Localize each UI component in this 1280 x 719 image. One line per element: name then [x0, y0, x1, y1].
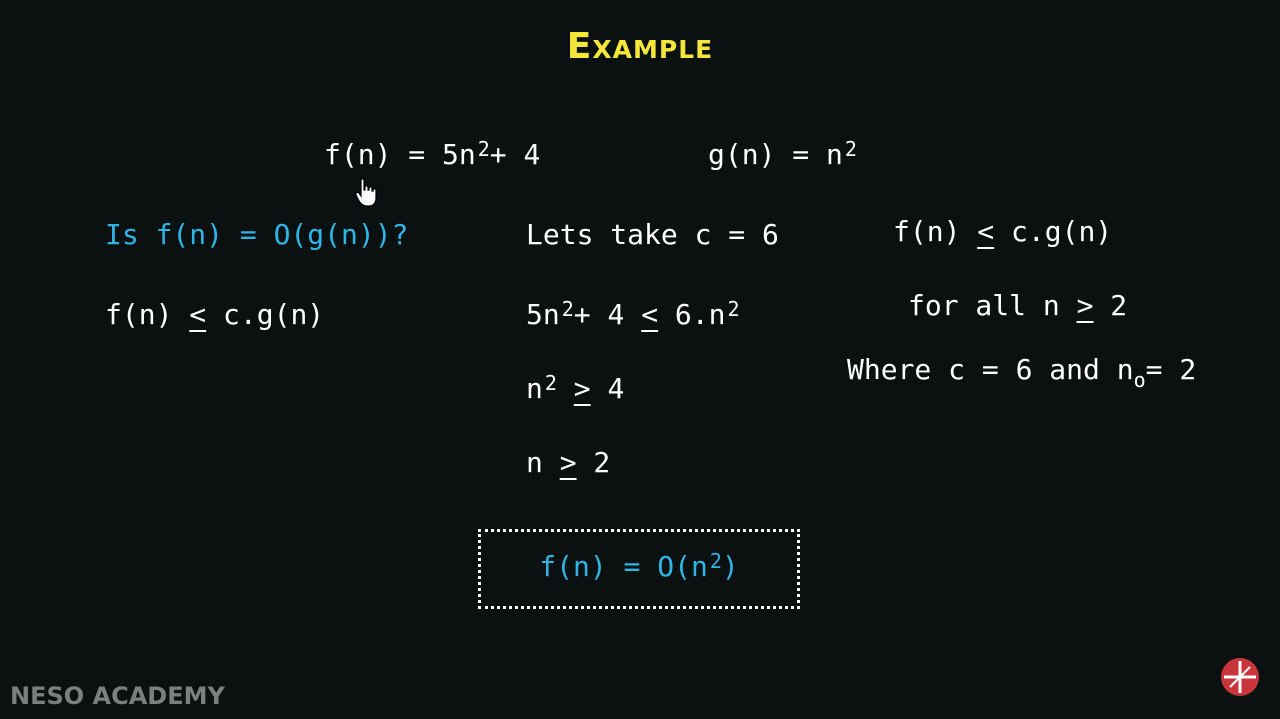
take-c-text: Lets take c = 6: [526, 218, 779, 251]
result-box: f(n) = O(n 2): [478, 529, 800, 609]
step-3: n > 2: [526, 446, 611, 479]
step-2: n2 > 4: [526, 371, 625, 405]
question-text: Is f(n) = O(g(n))?: [105, 218, 409, 251]
f-definition: f(n) = 5n 2+ 4: [324, 137, 541, 171]
neso-academy-watermark: NESO ACADEMY: [10, 682, 225, 710]
step-1: 5n 2+ 4 < 6.n 2: [526, 297, 740, 331]
g-definition: g(n) = n2: [708, 137, 857, 171]
result-text: f(n) = O(n 2): [539, 549, 739, 583]
hand-cursor-icon: [355, 178, 377, 208]
neso-logo-icon: [1219, 656, 1261, 698]
left-inequality: f(n) < c.g(n): [105, 298, 325, 331]
page-title: Example: [566, 26, 714, 67]
for-all-condition: for all n > 2: [908, 289, 1128, 322]
where-condition: Where c = 6 and no= 2: [847, 353, 1197, 392]
right-inequality: f(n) < c.g(n): [893, 215, 1113, 248]
